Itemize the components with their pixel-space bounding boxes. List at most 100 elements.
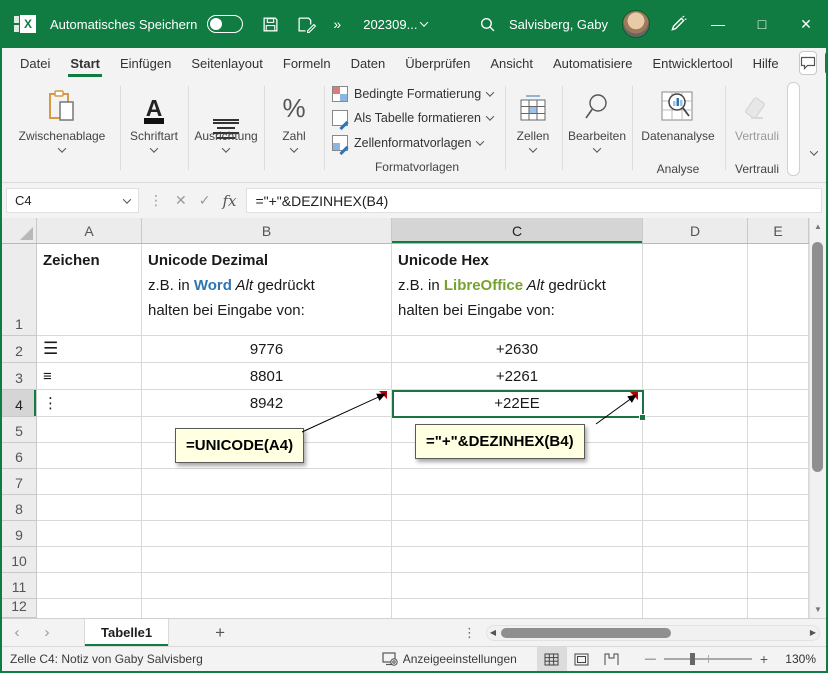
cell-A4[interactable]: ⋮ xyxy=(37,390,142,417)
tab-datei[interactable]: Datei xyxy=(10,50,60,77)
conditional-formatting-button[interactable]: Bedingte Formatierung xyxy=(332,82,493,106)
zoom-out-button[interactable]: — xyxy=(645,653,656,665)
save-icon[interactable] xyxy=(262,16,279,33)
col-header-c[interactable]: C xyxy=(392,218,643,243)
cell-C1[interactable]: Unicode Hex z.B. in LibreOffice Alt gedr… xyxy=(392,244,643,336)
ribbon-collapse-chevron-icon[interactable] xyxy=(810,147,818,155)
zoom-in-button[interactable]: + xyxy=(760,651,768,667)
close-button[interactable]: ✕ xyxy=(784,0,828,48)
cell-styles-button[interactable]: Zellenformatvorlagen xyxy=(332,131,483,155)
row-header-3[interactable]: 3 xyxy=(2,363,37,390)
format-as-table-button[interactable]: Als Tabelle formatieren xyxy=(332,106,493,130)
tab-ansicht[interactable]: Ansicht xyxy=(480,50,543,77)
horizontal-scrollbar[interactable]: ◀ ▶ xyxy=(486,625,820,641)
excel-logo-icon[interactable]: X xyxy=(14,13,36,35)
feedback-pen-icon[interactable] xyxy=(669,15,687,33)
row-header-8[interactable]: 8 xyxy=(2,495,37,521)
cancel-entry-icon[interactable]: ✕ xyxy=(175,192,187,209)
cell-E4[interactable] xyxy=(748,390,809,417)
scroll-left-icon[interactable]: ◀ xyxy=(487,628,499,637)
alignment-group-button[interactable]: Ausrichtung xyxy=(189,82,263,174)
cell-A3[interactable]: ≡ xyxy=(37,363,142,390)
view-normal-button[interactable] xyxy=(537,647,567,672)
row-header-2[interactable]: 2 xyxy=(2,336,37,363)
row-header-4[interactable]: 4 xyxy=(2,390,37,417)
tab-ueberpruefen[interactable]: Überprüfen xyxy=(395,50,480,77)
scroll-down-icon[interactable]: ▼ xyxy=(810,605,826,614)
row-header-9[interactable]: 9 xyxy=(2,521,37,547)
document-title[interactable]: 202309... xyxy=(363,17,417,32)
minimize-button[interactable]: — xyxy=(696,0,740,48)
user-name[interactable]: Salvisberg, Gaby xyxy=(509,17,608,32)
col-header-e[interactable]: E xyxy=(748,218,809,243)
row-header-7[interactable]: 7 xyxy=(2,469,37,495)
tab-seitenlayout[interactable]: Seitenlayout xyxy=(181,50,273,77)
note-box-c4[interactable]: ="+"&DEZINHEX(B4) xyxy=(415,424,585,459)
tab-entwicklertools[interactable]: Entwicklertool xyxy=(642,50,742,77)
enter-entry-icon[interactable]: ✓ xyxy=(199,192,211,209)
zoom-level[interactable]: 130% xyxy=(778,652,816,666)
save-as-icon[interactable] xyxy=(297,16,316,33)
col-header-a[interactable]: A xyxy=(37,218,142,243)
tab-hilfe[interactable]: Hilfe xyxy=(743,50,789,77)
row-header-10[interactable]: 10 xyxy=(2,547,37,573)
cell-D1[interactable] xyxy=(643,244,748,336)
tab-start[interactable]: Start xyxy=(60,50,110,77)
cell-E3[interactable] xyxy=(748,363,809,390)
scroll-up-icon[interactable]: ▲ xyxy=(810,222,826,231)
maximize-button[interactable]: □ xyxy=(740,0,784,48)
vertical-scroll-thumb[interactable] xyxy=(812,242,823,472)
formula-input[interactable]: ="+"&DEZINHEX(B4) xyxy=(246,188,822,213)
cell-C3[interactable]: +2261 xyxy=(392,363,643,390)
cell-A2[interactable]: ☰ xyxy=(37,336,142,363)
row-header-12[interactable]: 12 xyxy=(2,599,37,618)
add-sheet-button[interactable]: + xyxy=(215,623,225,643)
autosave-toggle[interactable] xyxy=(207,15,243,33)
cell-A1[interactable]: Zeichen xyxy=(37,244,142,336)
row-header-6[interactable]: 6 xyxy=(2,443,37,469)
search-icon[interactable] xyxy=(479,16,496,33)
view-page-layout-button[interactable] xyxy=(567,647,597,672)
number-group-button[interactable]: % Zahl xyxy=(265,82,323,174)
tab-formeln[interactable]: Formeln xyxy=(273,50,341,77)
scroll-right-icon[interactable]: ▶ xyxy=(807,628,819,637)
user-avatar[interactable] xyxy=(622,10,650,38)
cell-B4[interactable]: 8942 xyxy=(142,390,392,417)
horizontal-scroll-thumb[interactable] xyxy=(501,628,671,638)
vertical-scrollbar[interactable]: ▲ ▼ xyxy=(809,218,826,618)
sheet-prev-icon[interactable]: ‹ xyxy=(2,624,32,641)
formula-options-dots[interactable]: ⋮ xyxy=(149,192,163,209)
select-all-corner[interactable] xyxy=(2,218,37,243)
clipboard-group-button[interactable]: Zwischenablage xyxy=(6,82,118,174)
cell-D2[interactable] xyxy=(643,336,748,363)
quick-access-overflow[interactable]: » xyxy=(333,16,339,32)
tab-daten[interactable]: Daten xyxy=(341,50,396,77)
col-header-d[interactable]: D xyxy=(643,218,748,243)
tab-einfuegen[interactable]: Einfügen xyxy=(110,50,181,77)
note-box-b4[interactable]: =UNICODE(A4) xyxy=(175,428,304,463)
fill-handle[interactable] xyxy=(639,414,646,421)
insert-function-icon[interactable]: fx xyxy=(222,192,236,210)
share-button[interactable] xyxy=(825,51,828,75)
sheetbar-dots[interactable]: ⋮ xyxy=(463,625,476,641)
cells-group-button[interactable]: Zellen xyxy=(506,82,560,174)
display-settings-button[interactable]: Anzeigeeinstellungen xyxy=(382,652,517,666)
tab-automatisieren[interactable]: Automatisiere xyxy=(543,50,642,77)
sheet-tab-tabelle1[interactable]: Tabelle1 xyxy=(84,619,169,647)
zoom-slider[interactable] xyxy=(664,658,752,660)
cell-E2[interactable] xyxy=(748,336,809,363)
row-header-1[interactable]: 1 xyxy=(2,244,37,336)
cell-B2[interactable]: 9776 xyxy=(142,336,392,363)
row-header-5[interactable]: 5 xyxy=(2,417,37,443)
row-header-11[interactable]: 11 xyxy=(2,573,37,599)
comments-button[interactable] xyxy=(799,51,817,75)
cell-C2[interactable]: +2630 xyxy=(392,336,643,363)
col-header-b[interactable]: B xyxy=(142,218,392,243)
document-title-chevron-icon[interactable] xyxy=(420,18,428,26)
zoom-slider-thumb[interactable] xyxy=(690,653,695,665)
cell-E1[interactable] xyxy=(748,244,809,336)
sensitivity-button[interactable] xyxy=(743,86,771,124)
cell-B3[interactable]: 8801 xyxy=(142,363,392,390)
name-box[interactable]: C4 xyxy=(6,188,139,213)
sheet-next-icon[interactable]: › xyxy=(32,624,62,641)
